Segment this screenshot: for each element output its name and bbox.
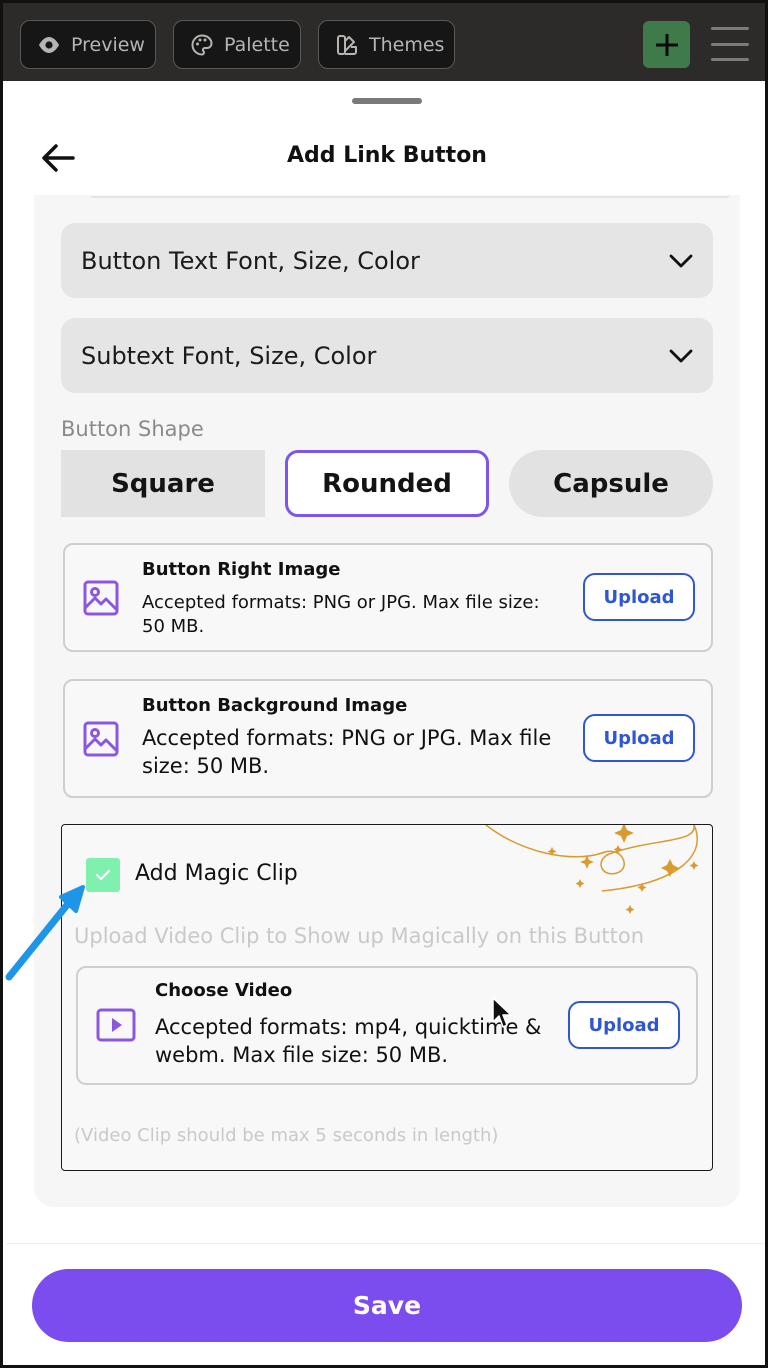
chevron-down-icon — [669, 349, 693, 362]
shape-square-option[interactable]: Square — [61, 450, 265, 517]
button-shape-label: Button Shape — [61, 417, 204, 441]
sheet-title: Add Link Button — [287, 143, 487, 168]
bottom-action-bar: Save — [6, 1243, 765, 1365]
add-link-button-sheet: Add Link Button Button Text Font, Size, … — [6, 81, 765, 1365]
sheet-drag-handle[interactable] — [352, 98, 422, 104]
button-text-font-accordion[interactable]: Button Text Font, Size, Color — [61, 223, 713, 298]
settings-panel: Button Text Font, Size, Color Subtext Fo… — [34, 195, 740, 1207]
hamburger-menu-icon[interactable] — [711, 27, 749, 61]
palette-button[interactable]: Palette — [173, 20, 301, 69]
magic-clip-section: Add Magic Clip Upload Video Clip to Show… — [61, 824, 713, 1171]
image-icon — [83, 580, 119, 616]
themes-button[interactable]: Themes — [318, 20, 455, 69]
sparkles-decoration-icon — [485, 825, 699, 914]
add-button[interactable] — [643, 21, 690, 68]
choose-video-title: Choose Video — [155, 980, 293, 1001]
palette-label: Palette — [224, 33, 290, 56]
right-image-upload-button[interactable]: Upload — [583, 573, 695, 621]
button-right-image-card: Button Right Image Accepted formats: PNG… — [63, 543, 713, 652]
preview-button[interactable]: Preview — [20, 20, 156, 69]
checkmark-icon — [95, 869, 111, 881]
chevron-down-icon — [669, 254, 693, 267]
top-toolbar: Preview Palette Themes — [3, 3, 765, 81]
video-play-icon — [96, 1008, 136, 1042]
image-icon — [83, 721, 119, 757]
accordion-label: Subtext Font, Size, Color — [81, 341, 377, 370]
right-image-description: Accepted formats: PNG or JPG. Max file s… — [142, 592, 540, 637]
right-image-title: Button Right Image — [142, 559, 341, 580]
save-button[interactable]: Save — [32, 1269, 742, 1342]
magic-clip-label: Add Magic Clip — [135, 861, 298, 886]
magic-clip-note: (Video Clip should be max 5 seconds in l… — [74, 1125, 499, 1146]
video-upload-button[interactable]: Upload — [568, 1001, 680, 1049]
button-background-image-card: Button Background Image Accepted formats… — [63, 679, 713, 798]
panel-divider — [90, 195, 730, 198]
background-image-upload-button[interactable]: Upload — [583, 714, 695, 762]
plus-icon — [655, 33, 678, 56]
app-frame: Preview Palette Themes Add Link Button B… — [0, 0, 768, 1368]
eye-icon — [39, 36, 59, 53]
magic-clip-subtitle: Upload Video Clip to Show up Magically o… — [74, 924, 645, 948]
background-image-title: Button Background Image — [142, 695, 408, 716]
shape-capsule-option[interactable]: Capsule — [509, 450, 713, 517]
palette-icon — [191, 33, 213, 56]
accordion-label: Button Text Font, Size, Color — [81, 246, 420, 275]
annotation-arrow-icon — [5, 885, 85, 981]
choose-video-card: Choose Video Accepted formats: mp4, quic… — [76, 966, 698, 1085]
subtext-font-accordion[interactable]: Subtext Font, Size, Color — [61, 318, 713, 393]
background-image-description: Accepted formats: PNG or JPG. Max file s… — [142, 726, 552, 778]
mouse-cursor-icon — [492, 997, 512, 1028]
shape-rounded-option[interactable]: Rounded — [285, 450, 489, 517]
preview-label: Preview — [71, 33, 145, 56]
themes-icon — [337, 34, 357, 55]
themes-label: Themes — [369, 33, 445, 56]
